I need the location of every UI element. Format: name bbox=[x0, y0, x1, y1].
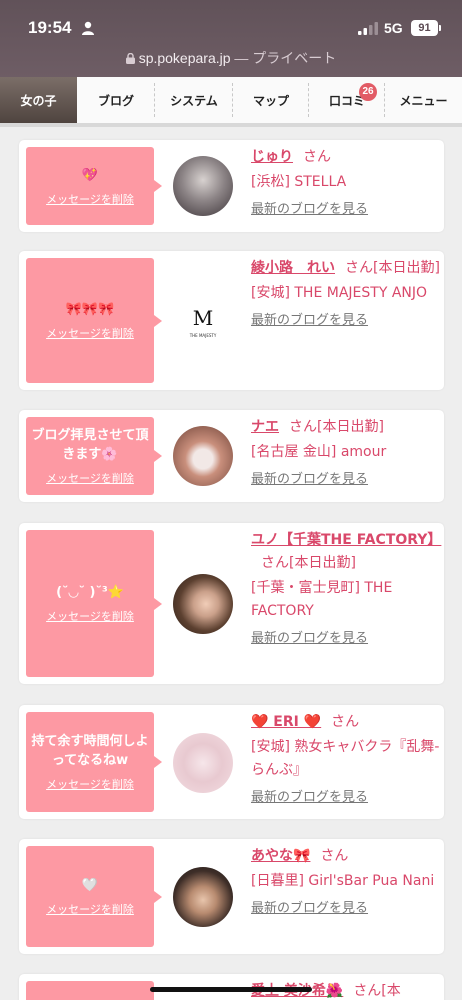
nav-label: システム bbox=[170, 93, 218, 108]
honorific: さん bbox=[331, 714, 360, 730]
delete-message-link[interactable]: メッセージを削除 bbox=[46, 608, 134, 624]
girl-info: ナエ さん[本日出勤] [名古屋 金山] amour 最新のブログを見る bbox=[251, 416, 441, 490]
avatar[interactable] bbox=[173, 574, 233, 634]
girl-name-link[interactable]: じゅり bbox=[251, 149, 293, 165]
nav-item-map[interactable]: マップ bbox=[233, 77, 309, 123]
shop-name[interactable]: [日暮里] Girl'sBar Pua Nani bbox=[251, 870, 441, 893]
latest-blog-link[interactable]: 最新のブログを見る bbox=[251, 629, 441, 649]
delete-message-link[interactable]: メッセージを削除 bbox=[46, 901, 134, 917]
name-line: 綾小路 れい さん[本日出勤] bbox=[251, 257, 441, 280]
nav-item-blog[interactable]: ブログ bbox=[77, 77, 155, 123]
girl-card: 🤍 メッセージを削除 あやな🎀 さん [日暮里] Girl'sBar Pua Na… bbox=[19, 839, 444, 954]
avatar[interactable] bbox=[173, 156, 233, 216]
message-text: 💖 bbox=[81, 167, 99, 183]
girl-info: あやな🎀 さん [日暮里] Girl'sBar Pua Nani 最新のブログを見… bbox=[251, 845, 441, 919]
girl-info: ユノ【千葉THE FACTORY】さん[本日出勤] [千葉・富士見町] THE … bbox=[251, 529, 441, 649]
browser-top-bar: 19:54 5G 91 sp.pokepara.jp — プライベート bbox=[0, 0, 462, 77]
avatar[interactable] bbox=[173, 426, 233, 486]
signal-icon bbox=[358, 22, 378, 35]
message-text: 持て余す時間何しよってなるねw bbox=[31, 734, 149, 768]
girl-info: 綾小路 れい さん[本日出勤] [安城] THE MAJESTY ANJO 最新の… bbox=[251, 257, 441, 331]
review-count-badge: 26 bbox=[359, 83, 377, 101]
message-bubble: 持て余す時間何しよってなるねw メッセージを削除 bbox=[26, 712, 162, 812]
message-bubble: (˘◡˘ )˘³⭐️ メッセージを削除 bbox=[26, 530, 162, 677]
nav-item-girls[interactable]: 女の子 bbox=[0, 77, 77, 123]
delete-message-link[interactable]: メッセージを削除 bbox=[46, 325, 134, 341]
girl-card: 💖 メッセージを削除 じゅり さん [浜松] STELLA 最新のブログを見る bbox=[19, 140, 444, 232]
main-nav: 女の子 ブログ システム マップ 口コミ 26 メニュー bbox=[0, 77, 462, 127]
name-line: ❤️ ERI ❤️ さん bbox=[251, 711, 441, 734]
name-line: じゅり さん bbox=[251, 146, 441, 169]
nav-item-menu[interactable]: メニュー bbox=[385, 77, 462, 123]
shop-name[interactable]: [浜松] STELLA bbox=[251, 171, 441, 194]
girl-card: ブログ拝見させて頂きます🌸 メッセージを削除 ナエ さん[本日出勤] [名古屋 金… bbox=[19, 410, 444, 502]
message-bubble: ブログ拝見させて頂きます🌸 メッセージを削除 bbox=[26, 417, 162, 495]
honorific: さん[本日出勤] bbox=[345, 260, 440, 276]
girl-info: ❤️ ERI ❤️ さん [安城] 熟女キャバクラ『乱舞-らんぶ』 最新のブログを… bbox=[251, 711, 441, 808]
girl-card: 🎀🎀🎀 メッセージを削除 M THE MAJESTY 綾小路 れい さん[本日出勤… bbox=[19, 251, 444, 390]
home-indicator bbox=[150, 987, 312, 992]
avatar[interactable] bbox=[173, 867, 233, 927]
latest-blog-link[interactable]: 最新のブログを見る bbox=[251, 899, 441, 919]
honorific: さん[本日出勤] bbox=[289, 419, 384, 435]
avatar[interactable] bbox=[173, 733, 233, 793]
girl-name-link[interactable]: 綾小路 れい bbox=[251, 260, 335, 276]
latest-blog-link[interactable]: 最新のブログを見る bbox=[251, 200, 441, 220]
message-text: 🎀🎀🎀 bbox=[65, 302, 115, 317]
latest-blog-link[interactable]: 最新のブログを見る bbox=[251, 788, 441, 808]
nav-item-system[interactable]: システム bbox=[155, 77, 233, 123]
lock-icon bbox=[125, 53, 135, 64]
name-line: ナエ さん[本日出勤] bbox=[251, 416, 441, 439]
nav-label: マップ bbox=[252, 93, 289, 108]
nav-label: メニュー bbox=[399, 93, 448, 108]
nav-label: ブログ bbox=[97, 93, 134, 108]
name-line: ユノ【千葉THE FACTORY】さん[本日出勤] bbox=[251, 529, 441, 575]
delete-message-link[interactable]: メッセージを削除 bbox=[46, 776, 134, 792]
shop-name[interactable]: [安城] THE MAJESTY ANJO bbox=[251, 282, 441, 305]
status-time: 19:54 bbox=[28, 18, 72, 37]
majesty-logo-icon: M THE MAJESTY bbox=[189, 306, 217, 338]
latest-blog-link[interactable]: 最新のブログを見る bbox=[251, 311, 441, 331]
message-text: ブログ拝見させて頂きます🌸 bbox=[31, 428, 149, 462]
url-bar[interactable]: sp.pokepara.jp — プライベート bbox=[0, 48, 462, 68]
girl-card: 持て余す時間何しよってなるねw メッセージを削除 ❤️ ERI ❤️ さん [安城… bbox=[19, 705, 444, 819]
shop-logo-avatar[interactable]: M THE MAJESTY bbox=[173, 291, 233, 351]
girl-name-link[interactable]: ❤️ ERI ❤️ bbox=[251, 714, 321, 730]
message-text: (˘◡˘ )˘³⭐️ bbox=[56, 585, 124, 600]
girl-name-link[interactable]: ユノ【千葉THE FACTORY】 bbox=[251, 532, 441, 548]
person-icon bbox=[82, 21, 94, 35]
name-line: あやな🎀 さん bbox=[251, 845, 441, 868]
delete-message-link[interactable]: メッセージを削除 bbox=[46, 191, 134, 207]
girl-card: (˘◡˘ )˘³⭐️ メッセージを削除 ユノ【千葉THE FACTORY】さん[… bbox=[19, 523, 444, 684]
shop-name[interactable]: [安城] 熟女キャバクラ『乱舞-らんぶ』 bbox=[251, 736, 441, 782]
message-bubble: 🤍 メッセージを削除 bbox=[26, 846, 162, 947]
message-text: 🤍 bbox=[81, 878, 99, 893]
network-label: 5G bbox=[384, 20, 403, 36]
svg-text:M: M bbox=[193, 306, 213, 330]
message-bubble: 💖 メッセージを削除 bbox=[26, 147, 162, 225]
honorific: さん bbox=[303, 149, 331, 165]
battery-icon: 91 bbox=[411, 20, 441, 36]
honorific: さん bbox=[320, 848, 349, 864]
message-bubble: 🎀🎀🎀 メッセージを削除 bbox=[26, 258, 162, 383]
delete-message-link[interactable]: メッセージを削除 bbox=[46, 470, 134, 486]
shop-name[interactable]: [名古屋 金山] amour bbox=[251, 441, 441, 464]
message-bubble bbox=[26, 981, 154, 1000]
girl-info: じゅり さん [浜松] STELLA 最新のブログを見る bbox=[251, 146, 441, 220]
url-text: sp.pokepara.jp bbox=[138, 50, 231, 66]
shop-name[interactable]: [千葉・富士見町] THE FACTORY bbox=[251, 577, 441, 623]
latest-blog-link[interactable]: 最新のブログを見る bbox=[251, 470, 441, 490]
url-suffix: — プライベート bbox=[230, 50, 337, 66]
honorific: さん[本 bbox=[353, 983, 401, 999]
honorific: さん[本日出勤] bbox=[261, 555, 356, 571]
nav-item-reviews[interactable]: 口コミ 26 bbox=[309, 77, 385, 123]
girl-name-link[interactable]: ナエ bbox=[251, 419, 279, 435]
logo-text: THE MAJESTY bbox=[189, 333, 217, 338]
nav-label: 女の子 bbox=[20, 93, 57, 108]
girl-name-link[interactable]: あやな🎀 bbox=[251, 848, 310, 864]
